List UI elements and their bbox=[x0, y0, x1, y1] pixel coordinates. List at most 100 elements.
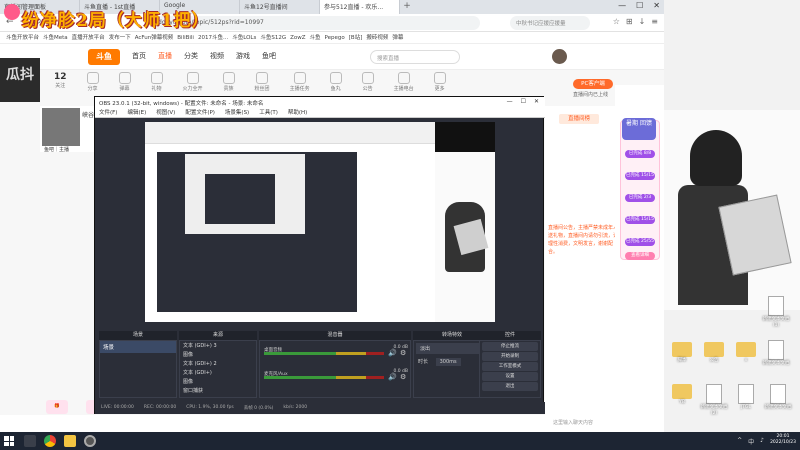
desktop-folder[interactable]: 公告 bbox=[700, 342, 728, 364]
tray-expand-icon[interactable]: ^ bbox=[737, 437, 742, 446]
toolbar-fire[interactable]: 火力全开 bbox=[183, 72, 203, 96]
nav-live[interactable]: 直播 bbox=[158, 51, 172, 61]
volume-icon[interactable]: ♪ bbox=[760, 437, 764, 446]
speaker-icon[interactable]: 🔊 bbox=[388, 349, 397, 357]
obs-menu-edit[interactable]: 编辑(E) bbox=[127, 108, 146, 117]
nav-category[interactable]: 分类 bbox=[184, 51, 198, 61]
desktop-file[interactable]: 新建文本文档(2) bbox=[700, 384, 728, 417]
browser-tab[interactable]: 斗鱼12号直播间 bbox=[240, 0, 320, 14]
minimize-button[interactable]: — bbox=[618, 1, 626, 10]
toolbar-noble[interactable]: 贵族 bbox=[222, 72, 235, 96]
bookmark-item[interactable]: 发布一下 bbox=[109, 32, 131, 43]
obs-menu-profile[interactable]: 配置文件(P) bbox=[185, 108, 215, 117]
desktop-file[interactable]: 新建文本文档 bbox=[762, 340, 790, 367]
toolbar-fans[interactable]: 粉丝团 bbox=[255, 72, 270, 96]
file-explorer-icon[interactable] bbox=[64, 435, 76, 447]
nav-game[interactable]: 游戏 bbox=[236, 51, 250, 61]
start-recording-button[interactable]: 开始录制 bbox=[482, 352, 538, 361]
task-view-icon[interactable] bbox=[24, 435, 36, 447]
source-item[interactable]: 文本 (GDI+) bbox=[180, 368, 256, 377]
promo-ribbon[interactable]: 暑期 回馈 bbox=[622, 118, 656, 140]
gear-icon[interactable]: ⚙ bbox=[400, 349, 406, 357]
bookmark-item[interactable]: 斗鱼S12G bbox=[260, 32, 286, 43]
source-item[interactable]: 图像 bbox=[180, 350, 256, 359]
desktop-file[interactable]: JTGL bbox=[732, 384, 760, 411]
scene-item[interactable]: 场景 bbox=[100, 341, 176, 353]
bookmark-item[interactable]: ZowZ bbox=[290, 32, 305, 43]
bookmark-item[interactable]: 弹幕 bbox=[392, 32, 403, 43]
bookmark-item[interactable]: 斗鱼开放平台 bbox=[6, 32, 39, 43]
desktop-file[interactable]: 新建文本文档 (1) bbox=[762, 296, 790, 329]
user-avatar[interactable] bbox=[552, 49, 567, 64]
studio-mode-button[interactable]: 工作室模式 bbox=[482, 362, 538, 371]
bookmark-item[interactable]: [B站] bbox=[349, 32, 363, 43]
browser-search-input[interactable]: 中秋书记应援应援量 bbox=[510, 16, 590, 30]
ime-icon[interactable]: 中 bbox=[748, 437, 754, 446]
obs-minimize-button[interactable]: — bbox=[507, 98, 513, 105]
streamer-avatar[interactable] bbox=[42, 108, 80, 146]
close-button[interactable]: ✕ bbox=[653, 1, 660, 10]
maximize-button[interactable]: ☐ bbox=[636, 1, 643, 10]
pc-client-button[interactable]: PC客户端 bbox=[573, 79, 613, 89]
bookmark-item[interactable]: Pepego bbox=[325, 32, 345, 43]
bookmark-item[interactable]: 斗鱼LOLs bbox=[232, 32, 256, 43]
obs-menu-tools[interactable]: 工具(T) bbox=[259, 108, 278, 117]
bookmark-item[interactable]: 斗鱼 bbox=[310, 32, 321, 43]
obs-taskbar-icon[interactable] bbox=[84, 435, 96, 447]
gift-item[interactable]: 🎁 bbox=[46, 400, 68, 414]
desktop-folder[interactable]: x bbox=[732, 342, 760, 364]
transition-select[interactable]: 淡出 bbox=[416, 343, 488, 354]
chat-input[interactable]: 这里输入聊天内容 bbox=[553, 419, 603, 429]
extensions-icon[interactable]: ⊞ bbox=[626, 17, 633, 26]
obs-preview[interactable] bbox=[145, 122, 495, 322]
browser-tab-active[interactable]: 参与512直播 - 欢乐... bbox=[320, 0, 400, 14]
obs-close-button[interactable]: ✕ bbox=[534, 98, 539, 105]
obs-menu-scenecollection[interactable]: 场景集(S) bbox=[225, 108, 249, 117]
clock[interactable]: 20:01 2022/10/23 bbox=[770, 434, 796, 446]
duration-input[interactable]: 300ms bbox=[435, 358, 461, 366]
chrome-icon[interactable] bbox=[44, 435, 56, 447]
windows-start-icon[interactable] bbox=[4, 436, 14, 446]
desktop-folder[interactable]: YB bbox=[668, 384, 696, 406]
source-item[interactable]: 文本 (GDI+) 3 bbox=[180, 341, 256, 350]
bookmark-item[interactable]: BiliBili bbox=[177, 32, 194, 43]
toolbar-share[interactable]: 分享 bbox=[86, 72, 99, 96]
obs-maximize-button[interactable]: ☐ bbox=[521, 98, 526, 105]
new-tab-button[interactable]: + bbox=[400, 0, 414, 14]
toolbar-task[interactable]: 主播任务 bbox=[290, 72, 310, 96]
menu-icon[interactable]: ≡ bbox=[651, 17, 658, 26]
site-search-input[interactable]: 搜索直播 bbox=[370, 50, 460, 64]
toolbar-yuwan[interactable]: 鱼丸 bbox=[329, 72, 342, 96]
stop-streaming-button[interactable]: 停止推流 bbox=[482, 342, 538, 351]
bookmark-item[interactable]: 直播开放平台 bbox=[72, 32, 105, 43]
desktop-file[interactable]: 新建文本文档 bbox=[764, 384, 792, 411]
toolbar-radio[interactable]: 主播电台 bbox=[394, 72, 414, 96]
desktop-folder[interactable]: 脚本 bbox=[668, 342, 696, 364]
toolbar-danmu[interactable]: 弹幕 bbox=[118, 72, 131, 96]
obs-menu-view[interactable]: 视图(V) bbox=[156, 108, 175, 117]
toolbar-gift[interactable]: 礼物 bbox=[150, 72, 163, 96]
bookmark-item[interactable]: 搬砖视频 bbox=[366, 32, 388, 43]
obs-menu-file[interactable]: 文件(F) bbox=[99, 108, 117, 117]
nav-yuba[interactable]: 鱼吧 bbox=[262, 51, 276, 61]
toolbar-more[interactable]: 更多 bbox=[433, 72, 446, 96]
star-icon[interactable]: ☆ bbox=[613, 17, 620, 26]
bookmark-item[interactable]: AcFun弹幕视频 bbox=[135, 32, 174, 43]
source-item[interactable]: 图像 bbox=[180, 377, 256, 386]
source-item[interactable]: 窗口捕获 bbox=[180, 386, 256, 395]
promo-link[interactable]: 查看详细 bbox=[625, 252, 655, 260]
source-item[interactable]: 文本 (GDI+) 2 bbox=[180, 359, 256, 368]
rank-tab[interactable]: 直播间榜 bbox=[559, 114, 599, 124]
gear-icon[interactable]: ⚙ bbox=[400, 373, 406, 381]
download-icon[interactable]: ↓ bbox=[639, 17, 646, 26]
toolbar-notice[interactable]: 公告 bbox=[361, 72, 374, 96]
nav-home[interactable]: 首页 bbox=[132, 51, 146, 61]
settings-button[interactable]: 设置 bbox=[482, 372, 538, 381]
obs-menu-help[interactable]: 帮助(H) bbox=[288, 108, 307, 117]
bookmark-item[interactable]: 斗鱼Meta bbox=[43, 32, 68, 43]
speaker-icon[interactable]: 🔊 bbox=[388, 373, 397, 381]
bookmark-item[interactable]: 2017斗鱼... bbox=[198, 32, 228, 43]
exit-button[interactable]: 退出 bbox=[482, 382, 538, 391]
site-logo[interactable]: 斗鱼 bbox=[88, 49, 120, 65]
nav-video[interactable]: 视频 bbox=[210, 51, 224, 61]
